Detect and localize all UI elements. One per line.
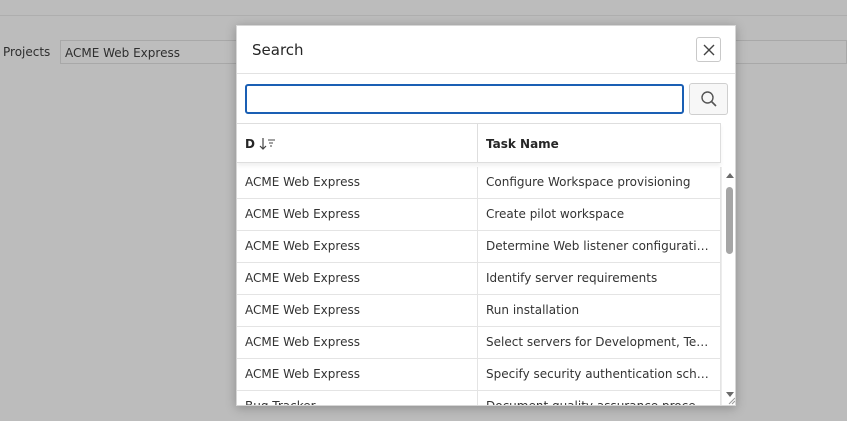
resize-grip-icon[interactable] <box>727 396 736 405</box>
close-icon <box>703 44 714 55</box>
scroll-thumb[interactable] <box>726 187 733 254</box>
task-cell: Select servers for Development, Test, Pr… <box>478 327 721 358</box>
vertical-scrollbar[interactable] <box>721 167 735 405</box>
search-dialog: Search D Task Name ACME Web Express Conf… <box>236 25 736 406</box>
table-row[interactable]: ACME Web Express Select servers for Deve… <box>237 327 721 359</box>
column-header-task-name-label: Task Name <box>486 136 559 151</box>
search-input[interactable] <box>245 84 684 114</box>
dialog-title: Search <box>252 41 304 59</box>
task-cell: Run installation <box>478 295 721 326</box>
column-header-d[interactable]: D <box>237 124 478 163</box>
dialog-header: Search <box>237 26 735 74</box>
project-cell: ACME Web Express <box>237 199 478 230</box>
top-divider <box>0 15 847 16</box>
grid-header: D Task Name <box>237 123 721 163</box>
table-row[interactable]: ACME Web Express Configure Workspace pro… <box>237 167 721 199</box>
projects-label: Projects <box>3 45 51 59</box>
search-button[interactable] <box>689 83 728 115</box>
table-row[interactable]: Bug Tracker Document quality assurance p… <box>237 391 721 405</box>
column-header-task-name[interactable]: Task Name <box>478 124 721 163</box>
table-row[interactable]: ACME Web Express Run installation <box>237 295 721 327</box>
close-button[interactable] <box>696 37 721 62</box>
project-cell: ACME Web Express <box>237 231 478 262</box>
sort-descending-icon <box>259 137 277 151</box>
project-cell: Bug Tracker <box>237 391 478 405</box>
project-cell: ACME Web Express <box>237 295 478 326</box>
task-cell: Create pilot workspace <box>478 199 721 230</box>
task-cell: Document quality assurance procedures <box>478 391 721 405</box>
column-header-d-label: D <box>245 136 255 151</box>
table-row[interactable]: ACME Web Express Identify server require… <box>237 263 721 295</box>
scroll-up-arrow-icon[interactable] <box>726 173 734 178</box>
task-cell: Configure Workspace provisioning <box>478 167 721 198</box>
project-cell: ACME Web Express <box>237 359 478 390</box>
results-grid: D Task Name ACME Web Express Configure W… <box>237 123 735 405</box>
search-icon <box>700 91 717 107</box>
project-cell: ACME Web Express <box>237 167 478 198</box>
grid-rows: ACME Web Express Configure Workspace pro… <box>237 167 721 405</box>
project-cell: ACME Web Express <box>237 263 478 294</box>
table-row[interactable]: ACME Web Express Create pilot workspace <box>237 199 721 231</box>
table-row[interactable]: ACME Web Express Specify security authen… <box>237 359 721 391</box>
project-cell: ACME Web Express <box>237 327 478 358</box>
task-cell: Identify server requirements <box>478 263 721 294</box>
task-cell: Specify security authentication scheme(s… <box>478 359 721 390</box>
table-row[interactable]: ACME Web Express Determine Web listener … <box>237 231 721 263</box>
task-cell: Determine Web listener configuration(s) <box>478 231 721 262</box>
